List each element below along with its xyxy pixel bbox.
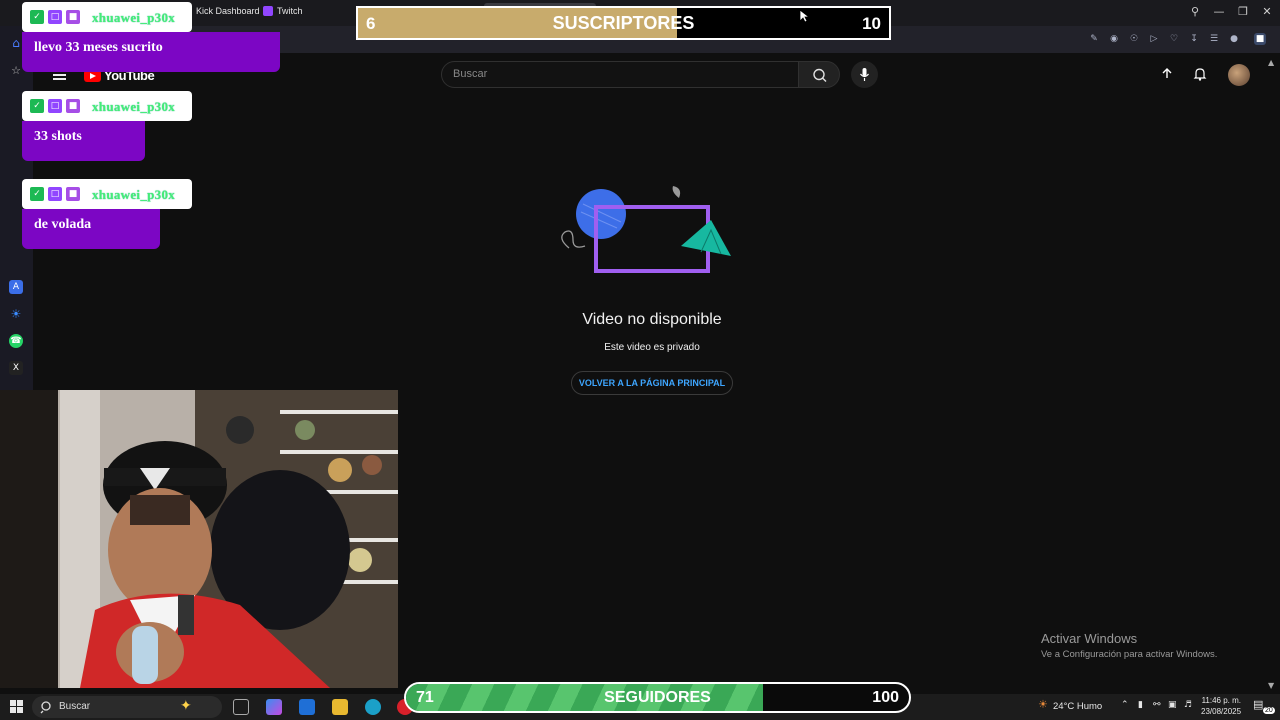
chat-message-body: de volada xyxy=(22,209,160,249)
edit-icon[interactable]: ✎ xyxy=(1088,33,1100,45)
bookmark-kick-dashboard[interactable]: Kick Dashboard xyxy=(196,6,260,16)
shield-icon[interactable]: ☉ xyxy=(1128,33,1140,45)
restore-icon[interactable]: ❐ xyxy=(1236,5,1250,19)
microphone-icon xyxy=(860,68,869,81)
heart-icon[interactable]: ♡ xyxy=(1168,33,1180,45)
search-box xyxy=(441,61,799,88)
chat-username: xhuawei_p30x xyxy=(92,187,176,202)
clock-date[interactable]: 23/08/2025 xyxy=(1201,707,1241,716)
twitch-icon xyxy=(263,6,273,16)
error-title: Video no disponible xyxy=(582,311,722,328)
chat-message-body: 33 shots xyxy=(22,121,145,161)
bookmark-twitch[interactable]: Twitch xyxy=(263,6,303,16)
menu-icon[interactable]: ☰ xyxy=(1208,33,1220,45)
scroll-down-arrow-icon[interactable]: ▼ xyxy=(1268,681,1274,690)
profile-icon[interactable]: ● xyxy=(1228,33,1240,45)
video-unavailable-illustration xyxy=(561,186,731,273)
clock-time[interactable]: 11:46 p. m. xyxy=(1201,696,1241,705)
followers-goal-current: 71 xyxy=(416,689,434,706)
notification-count-badge: 20 xyxy=(1263,707,1275,714)
edge-icon[interactable] xyxy=(365,699,381,715)
extension-icon[interactable]: ■ xyxy=(1254,33,1266,45)
followers-goal-bar: SEGUIDORES 71 100 xyxy=(404,682,911,713)
search-icon xyxy=(813,68,827,82)
minimize-icon[interactable]: — xyxy=(1212,5,1226,19)
bookmark-label: Kick Dashboard xyxy=(196,6,260,16)
mouse-cursor-icon xyxy=(799,9,809,23)
followers-goal-label: SEGUIDORES xyxy=(604,689,711,706)
verified-badge-icon: ✓ xyxy=(30,187,44,201)
close-icon[interactable]: ✕ xyxy=(1260,5,1274,19)
watermark-subtitle: Ve a Configuración para activar Windows. xyxy=(1041,649,1218,660)
search-input[interactable] xyxy=(453,68,783,80)
tray-chevron-icon[interactable]: ⌃ xyxy=(1121,700,1129,710)
camera-icon[interactable]: ◉ xyxy=(1108,33,1120,45)
twitch-badge-icon: □ xyxy=(48,10,62,24)
user-avatar[interactable] xyxy=(1228,64,1250,86)
chat-username: xhuawei_p30x xyxy=(92,10,176,25)
weather-text[interactable]: 24°C Humo xyxy=(1053,701,1102,712)
webcam-image xyxy=(0,390,398,688)
play-icon[interactable]: ▷ xyxy=(1148,33,1160,45)
back-to-home-button[interactable]: VOLVER A LA PÁGINA PRINCIPAL xyxy=(571,371,733,395)
chat-message-header: ✓ □ ■ xhuawei_p30x xyxy=(22,179,192,209)
subscriber-goal-target: 10 xyxy=(862,14,881,33)
taskbar-search-label: Buscar xyxy=(59,701,91,712)
subscriber-goal-label: SUSCRIPTORES xyxy=(552,13,695,33)
error-subtitle: Este video es privado xyxy=(604,342,700,353)
network-icon[interactable]: ▣ xyxy=(1168,700,1177,710)
sparkle-icon: ✦ xyxy=(180,698,192,714)
outlook-icon[interactable] xyxy=(299,699,315,715)
chat-message-body: llevo 33 meses sucrito xyxy=(22,32,280,72)
verified-badge-icon: ✓ xyxy=(30,99,44,113)
activate-windows-watermark: Activar Windows Ve a Configuración para … xyxy=(1041,631,1217,660)
bookmark-label: Twitch xyxy=(277,6,303,16)
usb-tray-icon[interactable]: ⚯ xyxy=(1153,700,1161,710)
subscriber-badge-icon: ■ xyxy=(66,10,80,24)
subscriber-goal-current: 6 xyxy=(366,14,376,33)
scroll-up-arrow-icon[interactable]: ▲ xyxy=(1268,58,1274,67)
microphone-tray-icon[interactable]: ▮ xyxy=(1138,700,1143,710)
star-icon[interactable]: ☆ xyxy=(9,63,23,77)
followers-goal-target: 100 xyxy=(872,689,899,706)
webcam-feed xyxy=(0,390,398,688)
windows-start-icon[interactable] xyxy=(10,700,23,713)
search-icon[interactable]: ⚲ xyxy=(1188,5,1202,19)
twitch-badge-icon: □ xyxy=(48,187,62,201)
download-icon[interactable]: ↧ xyxy=(1188,33,1200,45)
weather-icon: ☀ xyxy=(1038,698,1048,711)
x-icon[interactable]: X xyxy=(9,361,23,375)
copilot-icon[interactable] xyxy=(266,699,282,715)
search-icon xyxy=(40,701,51,714)
task-view-icon[interactable] xyxy=(233,699,249,715)
upload-icon[interactable] xyxy=(1159,66,1175,82)
voice-search-button[interactable] xyxy=(851,61,878,88)
notification-icon[interactable]: ▤ xyxy=(1253,698,1263,711)
subscriber-badge-icon: ■ xyxy=(66,99,80,113)
subscriber-goal-bar: SUSCRIPTORES 6 10 xyxy=(356,6,891,40)
chat-username: xhuawei_p30x xyxy=(92,99,176,114)
home-icon[interactable]: ⌂ xyxy=(9,36,23,50)
subscriber-badge-icon: ■ xyxy=(66,187,80,201)
volume-icon[interactable]: ♬ xyxy=(1184,700,1192,710)
file-explorer-icon[interactable] xyxy=(332,699,348,715)
watermark-title: Activar Windows xyxy=(1041,631,1138,646)
notifications-bell-icon[interactable] xyxy=(1192,66,1208,82)
verified-badge-icon: ✓ xyxy=(30,10,44,24)
search-button[interactable] xyxy=(798,61,840,88)
taskbar-search[interactable]: Buscar ✦ xyxy=(32,696,222,718)
app-store-icon[interactable]: A xyxy=(9,280,23,294)
twitch-badge-icon: □ xyxy=(48,99,62,113)
chat-message-header: ✓ □ ■ xhuawei_p30x xyxy=(22,2,192,32)
chat-message-header: ✓ □ ■ xhuawei_p30x xyxy=(22,91,192,121)
